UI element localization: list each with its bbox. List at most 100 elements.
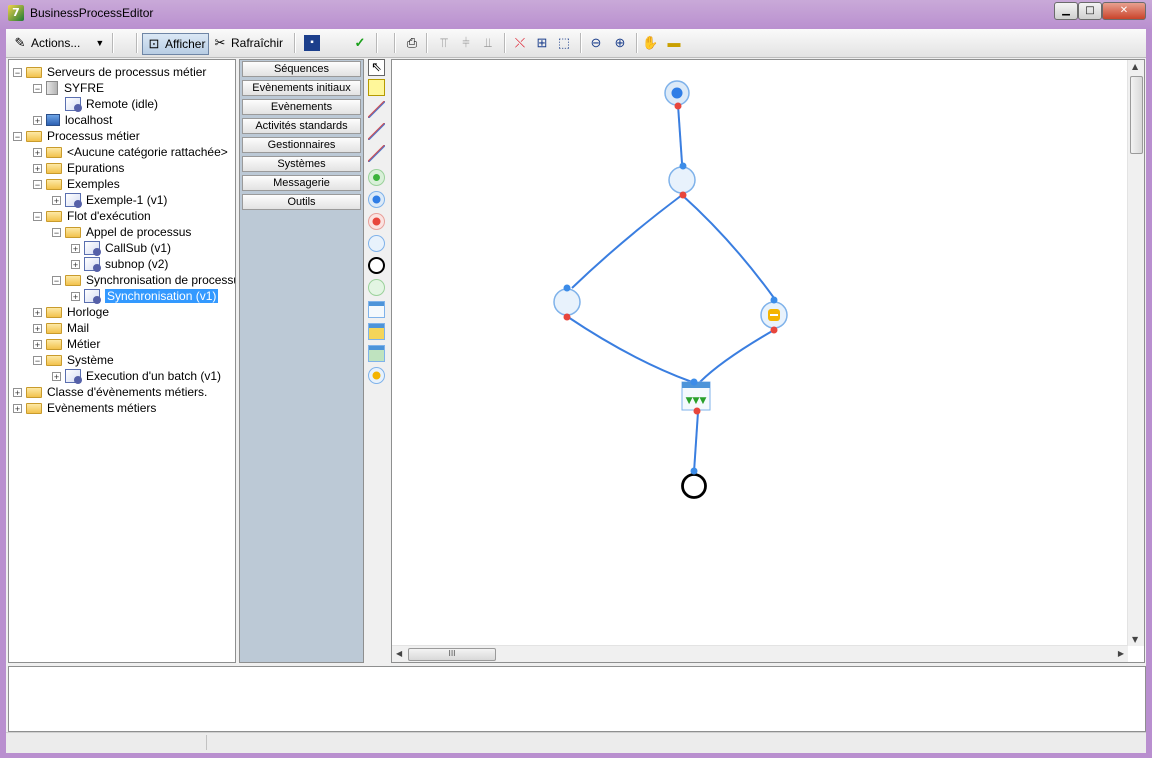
collapse-icon[interactable]: − (13, 67, 22, 77)
end-event-node[interactable] (681, 467, 707, 499)
palette-category-button[interactable]: Evènements initiaux (242, 80, 361, 96)
vertical-scrollbar[interactable]: ▲ ▼ (1127, 60, 1144, 646)
tree-node[interactable]: + Métier (33, 336, 100, 352)
order-icon[interactable] (368, 367, 385, 384)
close-button[interactable]: ✕ (1102, 2, 1146, 20)
rafraichir-button[interactable]: ✂ Rafraîchir (212, 33, 283, 53)
align-top-button[interactable]: ⫪ (436, 33, 452, 53)
expand-icon[interactable]: + (13, 403, 22, 413)
title-bar[interactable]: 7 BusinessProcessEditor ▁ □ ✕ (0, 0, 1152, 26)
sync-task-node[interactable]: ▼▼▼ (681, 378, 711, 415)
expand-icon[interactable]: + (33, 323, 42, 333)
edge-start-to-split[interactable] (677, 104, 683, 164)
collapse-icon[interactable]: − (33, 83, 42, 93)
palette-category-button[interactable]: Systèmes (242, 156, 361, 172)
tree-node[interactable]: + subnop (v2) (71, 256, 168, 272)
collapse-icon[interactable]: − (52, 275, 61, 285)
align-middle-button[interactable]: ⫩ (458, 33, 474, 53)
palette-category-button[interactable]: Gestionnaires (242, 137, 361, 153)
zoom-in-button[interactable]: ⊕ (612, 33, 628, 53)
tree-node[interactable]: − Flot d'exécution (33, 208, 151, 224)
expand-icon[interactable]: + (13, 387, 22, 397)
palette-category-button[interactable]: Messagerie (242, 175, 361, 191)
tree-node[interactable]: + Execution d'un batch (v1) (52, 368, 221, 384)
expand-icon[interactable]: + (33, 115, 42, 125)
palette-category-button[interactable]: Séquences (242, 61, 361, 77)
scroll-right-icon[interactable]: ▶ (1118, 649, 1124, 658)
link3-tool-icon[interactable] (368, 145, 385, 162)
edge-right-to-sync[interactable] (699, 329, 775, 383)
tree-node[interactable]: Remote (idle) (52, 96, 158, 112)
horizontal-scroll-thumb[interactable]: III (408, 648, 496, 661)
diagram-canvas[interactable]: ▼▼▼ ▲ ▼ ◀ III ▶ (391, 59, 1145, 663)
delete-link-button[interactable]: ⤬ (512, 33, 528, 53)
collapse-icon[interactable]: − (52, 227, 61, 237)
edge-sync-to-end[interactable] (693, 411, 699, 473)
form-icon[interactable] (368, 301, 385, 318)
tree-node[interactable]: + Synchronisation (v1) (71, 288, 219, 304)
horizontal-scrollbar[interactable]: ◀ III ▶ (392, 645, 1128, 662)
minimize-button[interactable]: ▁ (1054, 2, 1078, 20)
scroll-left-icon[interactable]: ◀ (396, 649, 402, 658)
tree-node[interactable]: − SYFRE (33, 80, 104, 96)
process-diagram[interactable]: ▼▼▼ (392, 60, 1128, 646)
zoom-out-button[interactable]: ⊖ (588, 33, 604, 53)
select-area-button[interactable]: ⬚ (556, 33, 572, 53)
collapse-icon[interactable]: − (13, 131, 22, 141)
link-tool-icon[interactable] (368, 101, 385, 118)
expand-icon[interactable]: + (33, 339, 42, 349)
collapse-icon[interactable]: − (33, 211, 42, 221)
tree-node[interactable]: − Synchronisation de processus (52, 272, 235, 288)
scroll-down-icon[interactable]: ▼ (1132, 635, 1138, 644)
start-event-node[interactable] (664, 80, 690, 110)
align-bottom-button[interactable]: ⫫ (480, 33, 496, 53)
actions-button[interactable]: ✎ Actions... ▼ (12, 33, 105, 53)
tree-node[interactable]: + Classe d'évènements métiers. (13, 384, 207, 400)
tree-node[interactable]: + <Aucune catégorie rattachée> (33, 144, 228, 160)
scroll-up-icon[interactable]: ▲ (1132, 62, 1138, 71)
save-button[interactable]: ▪ (304, 33, 320, 53)
tree-node[interactable]: + Evènements métiers (13, 400, 156, 416)
tree-node[interactable]: + Mail (33, 320, 89, 336)
vertical-scroll-thumb[interactable] (1130, 76, 1143, 154)
tree-node[interactable]: − Serveurs de processus métier (13, 64, 206, 80)
afficher-button[interactable]: ⊡ Afficher (142, 33, 210, 55)
edge-split-to-left[interactable] (571, 194, 683, 289)
expand-icon[interactable]: + (71, 259, 80, 269)
expand-icon[interactable]: + (71, 291, 80, 301)
tree-node[interactable]: + localhost (33, 112, 112, 128)
tree-node[interactable]: − Système (33, 352, 114, 368)
ruler-button[interactable]: ▬ (666, 33, 682, 53)
expand-icon[interactable]: + (52, 195, 61, 205)
edge-left-to-sync[interactable] (567, 316, 693, 383)
collapse-icon[interactable]: − (33, 355, 42, 365)
output-panel[interactable] (8, 666, 1146, 732)
tree-node[interactable]: − Appel de processus (52, 224, 191, 240)
tree-node[interactable]: + Horloge (33, 304, 109, 320)
tree-node[interactable]: + Exemple-1 (v1) (52, 192, 167, 208)
maximize-button[interactable]: □ (1078, 2, 1102, 20)
expand-icon[interactable]: + (33, 147, 42, 157)
print-button[interactable]: ⎙ (404, 33, 420, 53)
pan-button[interactable]: ✋ (642, 33, 658, 53)
expand-icon[interactable]: + (52, 371, 61, 381)
link2-tool-icon[interactable] (368, 123, 385, 140)
expand-icon[interactable]: + (71, 243, 80, 253)
folder-action-icon[interactable] (368, 323, 385, 340)
pointer-tool-icon[interactable]: ⇖ (368, 59, 385, 76)
tree-node[interactable]: − Processus métier (13, 128, 140, 144)
tree-node[interactable]: + Epurations (33, 160, 124, 176)
left-activity-node[interactable] (553, 284, 581, 321)
gateway-icon[interactable] (368, 279, 385, 296)
palette-category-button[interactable]: Activités standards (242, 118, 361, 134)
validate-button[interactable]: ✓ (352, 33, 368, 53)
palette-category-button[interactable]: Evènements (242, 99, 361, 115)
right-activity-node[interactable] (760, 296, 788, 334)
activity-icon[interactable] (368, 235, 385, 252)
expand-icon[interactable]: + (33, 163, 42, 173)
split-gateway-node[interactable] (668, 162, 696, 199)
start-event-icon[interactable] (368, 169, 385, 186)
expand-icon[interactable]: + (33, 307, 42, 317)
edge-split-to-right[interactable] (681, 194, 775, 299)
end-event-icon[interactable] (368, 257, 385, 274)
